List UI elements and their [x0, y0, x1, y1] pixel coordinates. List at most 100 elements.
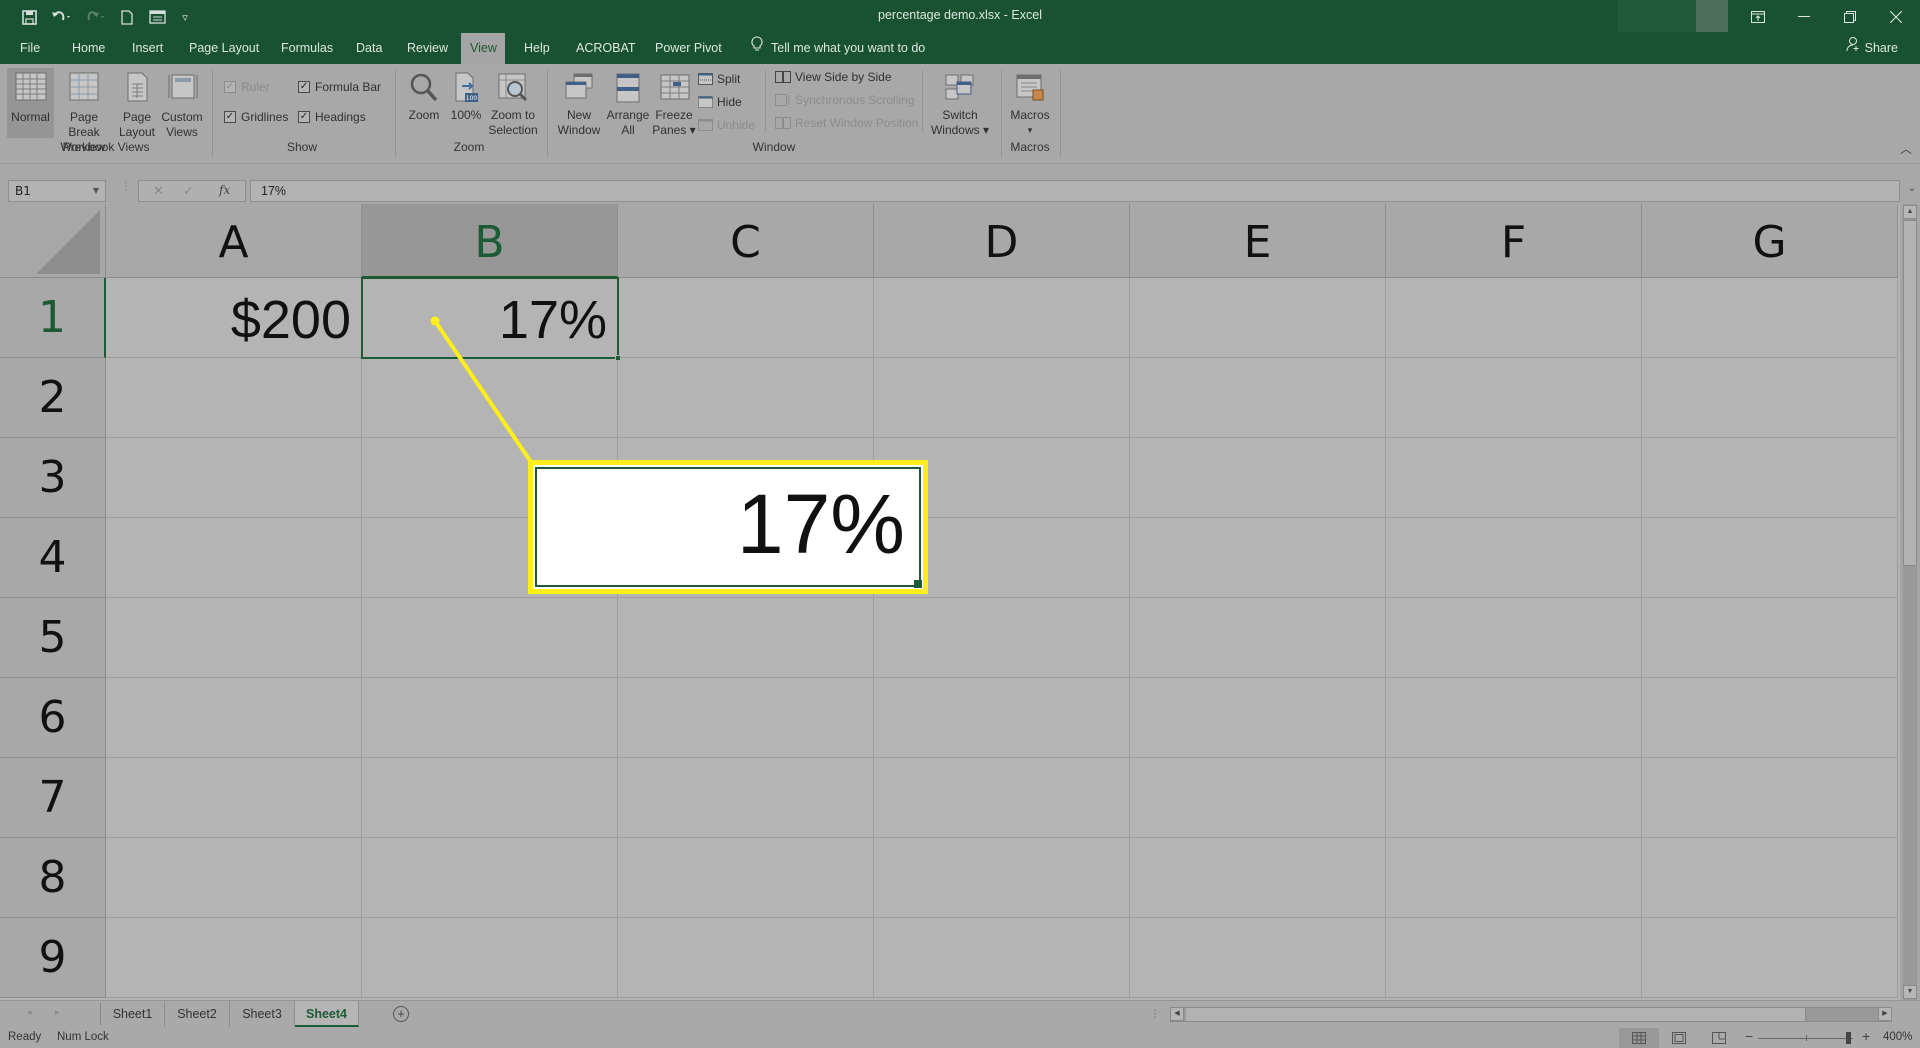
formula-input[interactable]: 17%	[250, 180, 1900, 202]
cell-e5[interactable]	[1130, 598, 1386, 678]
tab-formulas[interactable]: Formulas	[272, 33, 342, 64]
row-header-9[interactable]: 9	[0, 918, 106, 998]
account-area[interactable]	[1618, 0, 1698, 32]
vertical-scroll-thumb[interactable]	[1903, 220, 1917, 566]
cell-e1[interactable]	[1130, 278, 1386, 358]
select-all-button[interactable]	[0, 204, 106, 278]
cell-a7[interactable]	[106, 758, 362, 838]
enter-icon[interactable]: ✓	[183, 183, 194, 199]
cell-a5[interactable]	[106, 598, 362, 678]
sheet-tab-sheet4[interactable]: Sheet4	[295, 1001, 359, 1027]
cell-f5[interactable]	[1386, 598, 1642, 678]
tell-me-search[interactable]: Tell me what you want to do	[742, 33, 934, 64]
cell-a3[interactable]	[106, 438, 362, 518]
formula-bar-checkbox[interactable]: ✓ Formula Bar	[298, 80, 381, 94]
tab-page-layout[interactable]: Page Layout	[180, 33, 268, 64]
close-button[interactable]	[1873, 0, 1919, 33]
formula-bar-grip-icon[interactable]: ⋮	[121, 182, 131, 192]
cell-g1[interactable]	[1642, 278, 1898, 358]
row-header-5[interactable]: 5	[0, 598, 106, 678]
tab-split-handle[interactable]: ⋮	[1150, 1009, 1160, 1020]
unhide-button[interactable]: Unhide	[698, 118, 755, 132]
cell-a4[interactable]	[106, 518, 362, 598]
name-box[interactable]: B1 ▼	[8, 180, 106, 202]
cell-d5[interactable]	[874, 598, 1130, 678]
cell-b7[interactable]	[362, 758, 618, 838]
cell-c6[interactable]	[618, 678, 874, 758]
gridlines-checkbox[interactable]: ✓ Gridlines	[224, 110, 288, 124]
cell-e6[interactable]	[1130, 678, 1386, 758]
zoom-level[interactable]: 400%	[1883, 1031, 1912, 1043]
tab-acrobat[interactable]: ACROBAT	[567, 33, 645, 64]
tab-help[interactable]: Help	[515, 33, 559, 64]
cell-a9[interactable]	[106, 918, 362, 998]
cell-c1[interactable]	[618, 278, 874, 358]
cell-g4[interactable]	[1642, 518, 1898, 598]
cell-g6[interactable]	[1642, 678, 1898, 758]
page-layout-view-button[interactable]: Page Layout	[115, 68, 159, 140]
cell-a1[interactable]: $200	[106, 278, 362, 358]
tab-file[interactable]: File	[11, 33, 49, 64]
column-header-c[interactable]: C	[618, 204, 874, 278]
column-header-d[interactable]: D	[874, 204, 1130, 278]
tab-data[interactable]: Data	[347, 33, 391, 64]
vertical-scrollbar[interactable]: ▲ ▼	[1900, 204, 1920, 1000]
row-header-3[interactable]: 3	[0, 438, 106, 518]
headings-checkbox[interactable]: ✓ Headings	[298, 110, 366, 124]
collapse-ribbon-icon[interactable]: ︿	[1900, 140, 1912, 157]
cell-f2[interactable]	[1386, 358, 1642, 438]
row-header-4[interactable]: 4	[0, 518, 106, 598]
row-header-1[interactable]: 1	[0, 278, 106, 358]
column-header-f[interactable]: F	[1386, 204, 1642, 278]
minimize-button[interactable]	[1781, 0, 1827, 33]
zoom-in-icon[interactable]: +	[1862, 1028, 1870, 1044]
cell-b1[interactable]: 17%	[362, 278, 618, 358]
cell-f6[interactable]	[1386, 678, 1642, 758]
macros-button[interactable]: Macros ▾	[1007, 68, 1053, 138]
cell-a2[interactable]	[106, 358, 362, 438]
cell-g5[interactable]	[1642, 598, 1898, 678]
scroll-up-arrow-icon[interactable]: ▲	[1903, 205, 1917, 219]
page-layout-status-icon[interactable]	[1659, 1028, 1699, 1048]
cell-g9[interactable]	[1642, 918, 1898, 998]
next-sheet-icon[interactable]: ▸	[55, 1007, 60, 1018]
cell-c8[interactable]	[618, 838, 874, 918]
cell-d8[interactable]	[874, 838, 1130, 918]
cell-d1[interactable]	[874, 278, 1130, 358]
expand-formula-bar-icon[interactable]: ⌄	[1908, 183, 1916, 194]
new-window-button[interactable]: New Window	[555, 68, 603, 138]
tab-home[interactable]: Home	[63, 33, 114, 64]
add-sheet-icon[interactable]: +	[393, 1006, 409, 1022]
cell-g2[interactable]	[1642, 358, 1898, 438]
freeze-panes-button[interactable]: Freeze Panes ▾	[652, 68, 696, 138]
cell-f3[interactable]	[1386, 438, 1642, 518]
column-header-e[interactable]: E	[1130, 204, 1386, 278]
row-header-7[interactable]: 7	[0, 758, 106, 838]
cell-a6[interactable]	[106, 678, 362, 758]
scroll-left-arrow-icon[interactable]: ◀	[1170, 1007, 1184, 1021]
switch-windows-button[interactable]: Switch Windows ▾	[928, 68, 992, 138]
tab-insert[interactable]: Insert	[123, 33, 172, 64]
cell-d6[interactable]	[874, 678, 1130, 758]
cell-b8[interactable]	[362, 838, 618, 918]
cell-c5[interactable]	[618, 598, 874, 678]
cancel-icon[interactable]: ✕	[153, 183, 164, 199]
zoom-button[interactable]: Zoom	[403, 68, 445, 123]
sheet-tab-sheet1[interactable]: Sheet1	[101, 1001, 165, 1027]
hide-button[interactable]: Hide	[698, 95, 742, 109]
restore-button[interactable]	[1827, 0, 1873, 33]
insert-function-icon[interactable]: fx	[219, 183, 230, 197]
cell-e7[interactable]	[1130, 758, 1386, 838]
cell-c7[interactable]	[618, 758, 874, 838]
zoom-slider-knob[interactable]	[1846, 1032, 1852, 1044]
zoom-to-selection-button[interactable]: Zoom to Selection	[485, 68, 541, 138]
account-avatar[interactable]	[1696, 0, 1728, 32]
synchronous-scrolling-button[interactable]: Synchronous Scrolling	[775, 93, 914, 107]
cell-e4[interactable]	[1130, 518, 1386, 598]
cell-f7[interactable]	[1386, 758, 1642, 838]
row-header-6[interactable]: 6	[0, 678, 106, 758]
cell-f9[interactable]	[1386, 918, 1642, 998]
name-box-dropdown-icon[interactable]: ▼	[93, 181, 99, 201]
cell-e2[interactable]	[1130, 358, 1386, 438]
custom-views-button[interactable]: Custom Views	[160, 68, 204, 140]
